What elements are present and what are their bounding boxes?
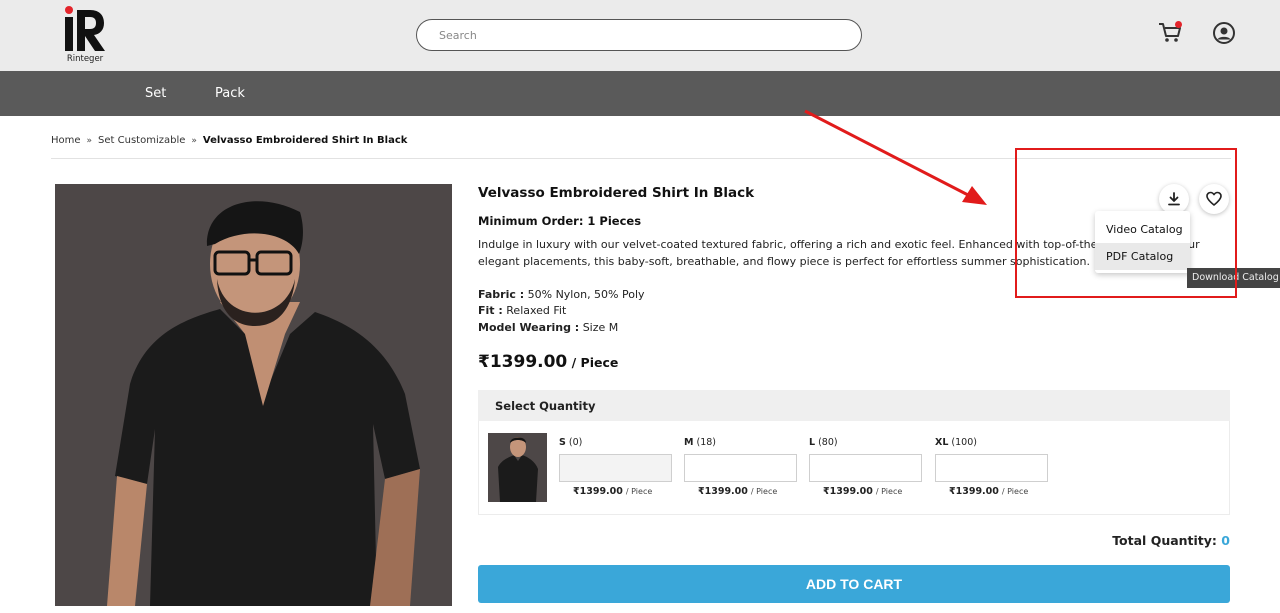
size-stock: (18) <box>696 437 717 448</box>
size-price-unit: / Piece <box>875 487 903 496</box>
spec-fabric: Fabric : 50% Nylon, 50% Poly <box>478 288 645 301</box>
brand-logo[interactable]: Rinteger <box>62 4 108 66</box>
size-price-unit: / Piece <box>625 487 653 496</box>
description-line2: elegant placements, this baby-soft, brea… <box>478 255 1090 268</box>
size-stock: (0) <box>568 437 583 448</box>
quantity-input-xl[interactable] <box>935 454 1048 482</box>
quantity-input-l[interactable] <box>809 454 922 482</box>
product-thumbnail <box>488 433 547 502</box>
minimum-order: Minimum Order: 1 Pieces <box>478 214 642 228</box>
breadcrumb-category[interactable]: Set Customizable <box>98 135 185 146</box>
site-header: Rinteger <box>0 0 1280 71</box>
user-icon[interactable] <box>1212 21 1236 45</box>
size-price: ₹1399.00 / Piece <box>949 486 1028 497</box>
spec-fabric-value: 50% Nylon, 50% Poly <box>524 288 645 301</box>
model-photo <box>55 184 452 606</box>
logo-text: Rinteger <box>66 54 104 64</box>
price-value: ₹1399.00 <box>478 352 568 372</box>
breadcrumb: Home » Set Customizable » Velvasso Embroider… <box>51 135 407 146</box>
size-label: M (18) <box>684 437 716 448</box>
breadcrumb-separator: » <box>86 136 93 146</box>
quantity-input-s[interactable] <box>559 454 672 482</box>
spec-model: Model Wearing : Size M <box>478 321 618 334</box>
spec-fit-label: Fit : <box>478 304 503 317</box>
size-name: XL <box>935 437 949 448</box>
size-stock: (80) <box>818 437 838 448</box>
search-input[interactable] <box>439 27 839 43</box>
size-price-value: ₹1399.00 <box>823 486 873 497</box>
description-line1: Indulge in luxury with our velvet-coated… <box>478 238 1108 251</box>
size-price: ₹1399.00 / Piece <box>698 486 777 497</box>
main-nav: Set Pack <box>0 71 1280 116</box>
quantity-panel: S (0) ₹1399.00 / Piece M (18) ₹1399.00 /… <box>478 421 1230 515</box>
spec-fit-value: Relaxed Fit <box>502 304 567 317</box>
size-label: XL (100) <box>935 437 977 448</box>
product-price: ₹1399.00 / Piece <box>478 352 618 372</box>
breadcrumb-home[interactable]: Home <box>51 135 81 146</box>
size-label: S (0) <box>559 437 582 448</box>
price-unit: / Piece <box>567 355 619 370</box>
size-name: S <box>559 437 566 448</box>
nav-item-set[interactable]: Set <box>145 86 166 101</box>
total-quantity-value: 0 <box>1221 533 1230 548</box>
spec-fabric-label: Fabric : <box>478 288 525 301</box>
breadcrumb-current: Velvasso Embroidered Shirt In Black <box>202 135 408 146</box>
annotation-highlight-box <box>1015 148 1237 298</box>
spec-fit: Fit : Relaxed Fit <box>478 304 566 317</box>
size-price-value: ₹1399.00 <box>949 486 999 497</box>
breadcrumb-separator: » <box>191 136 197 146</box>
size-name: L <box>809 437 816 448</box>
size-price-unit: / Piece <box>750 487 778 496</box>
logo-mark <box>65 6 105 51</box>
size-name: M <box>684 437 694 448</box>
select-quantity-label: Select Quantity <box>495 399 596 413</box>
quantity-input-m[interactable] <box>684 454 797 482</box>
nav-item-pack[interactable]: Pack <box>215 86 245 101</box>
size-price-unit: / Piece <box>1001 487 1029 496</box>
size-stock: (100) <box>951 437 977 448</box>
size-label: L (80) <box>809 437 838 448</box>
thumbnail-photo <box>488 433 547 502</box>
spec-model-value: Size M <box>579 321 619 334</box>
product-title: Velvasso Embroidered Shirt In Black <box>478 185 755 201</box>
size-price-value: ₹1399.00 <box>698 486 748 497</box>
cart-badge <box>1175 21 1182 28</box>
add-to-cart-button[interactable]: ADD TO CART <box>478 565 1230 603</box>
total-quantity: Total Quantity: 0 <box>1112 533 1230 548</box>
product-image[interactable] <box>55 184 452 606</box>
spec-model-label: Model Wearing : <box>478 321 580 334</box>
search-bar[interactable] <box>416 19 862 51</box>
size-price: ₹1399.00 / Piece <box>573 486 652 497</box>
size-price-value: ₹1399.00 <box>573 486 623 497</box>
select-quantity-header: Select Quantity <box>478 390 1230 421</box>
total-quantity-label: Total Quantity: <box>1112 533 1222 548</box>
size-price: ₹1399.00 / Piece <box>823 486 902 497</box>
